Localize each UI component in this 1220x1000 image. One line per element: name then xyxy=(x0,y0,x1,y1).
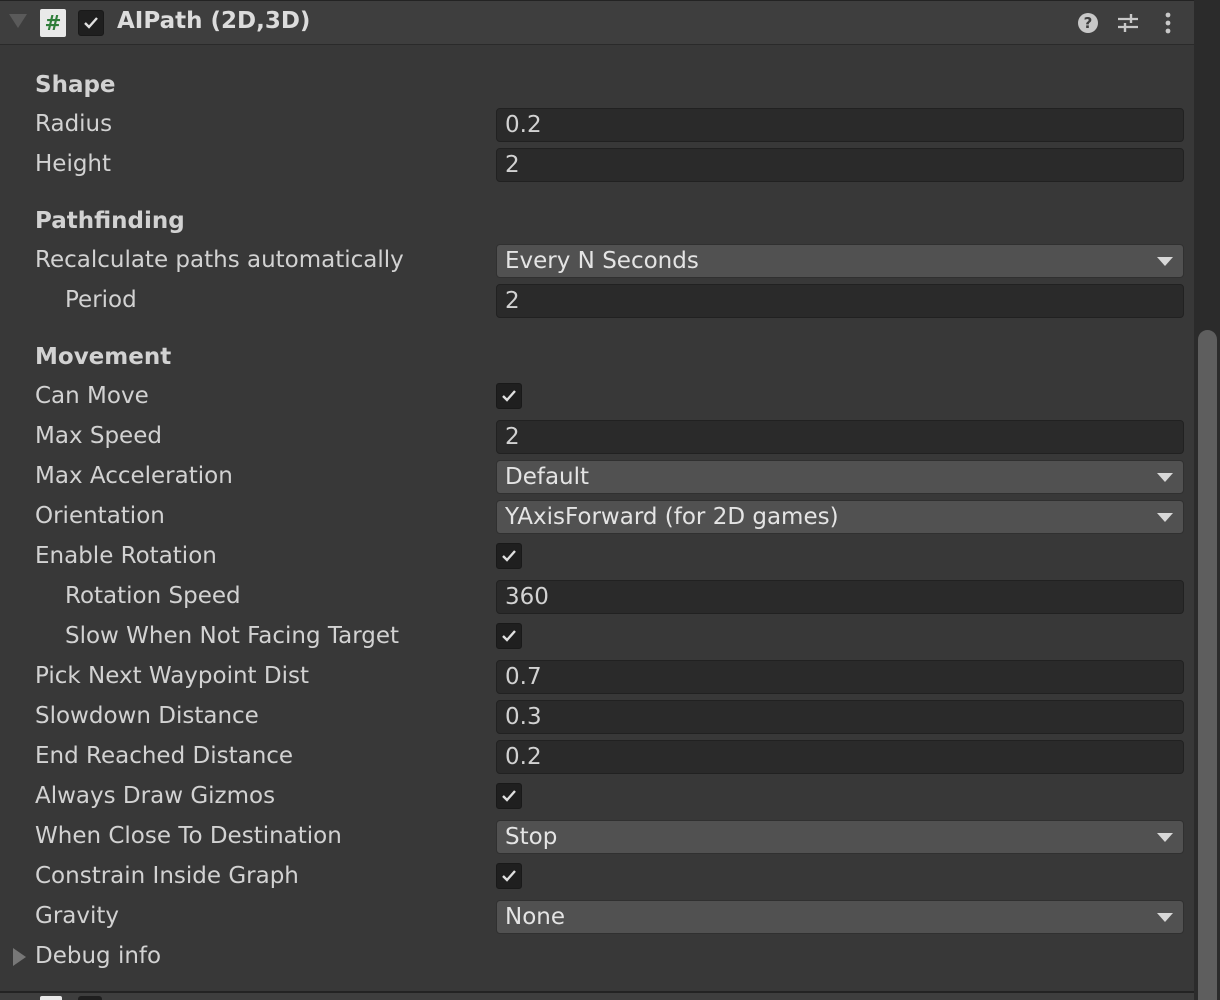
gravity-row: Gravity None xyxy=(0,898,1194,938)
max-acceleration-row: Max Acceleration Default xyxy=(0,458,1194,498)
rotation-speed-label[interactable]: Rotation Speed xyxy=(65,583,241,609)
checkmark-icon xyxy=(502,630,516,642)
scrollbar-thumb[interactable] xyxy=(1198,330,1217,1000)
dropdown-arrow-icon xyxy=(1157,913,1173,922)
constrain-inside-graph-row: Constrain Inside Graph xyxy=(0,858,1194,898)
rotation-speed-row: Rotation Speed 360 xyxy=(0,578,1194,618)
period-row: Period 2 xyxy=(0,282,1194,322)
when-close-value: Stop xyxy=(505,824,558,850)
pick-next-waypoint-row: Pick Next Waypoint Dist 0.7 xyxy=(0,658,1194,698)
checkmark-icon xyxy=(502,550,516,562)
slowdown-distance-field[interactable]: 0.3 xyxy=(496,700,1184,734)
debug-info-foldout[interactable]: Debug info xyxy=(0,938,1194,978)
max-acceleration-label[interactable]: Max Acceleration xyxy=(35,463,233,489)
presets-icon[interactable] xyxy=(1116,11,1140,35)
when-close-label[interactable]: When Close To Destination xyxy=(35,823,342,849)
checkmark-icon xyxy=(502,790,516,802)
height-field[interactable]: 2 xyxy=(496,148,1184,182)
next-component-header[interactable] xyxy=(0,993,1194,1000)
slowdown-distance-row: Slowdown Distance 0.3 xyxy=(0,698,1194,738)
inspector-panel: # AIPath (2D,3D) ? Shape Radius 0.2 Heig… xyxy=(0,0,1194,1000)
end-reached-distance-label[interactable]: End Reached Distance xyxy=(35,743,293,769)
foldout-arrow-icon[interactable] xyxy=(13,948,26,966)
end-reached-distance-field[interactable]: 0.2 xyxy=(496,740,1184,774)
svg-text:?: ? xyxy=(1084,14,1093,32)
dropdown-arrow-icon xyxy=(1157,513,1173,522)
dropdown-arrow-icon xyxy=(1157,257,1173,266)
dropdown-arrow-icon xyxy=(1157,833,1173,842)
period-label[interactable]: Period xyxy=(65,287,137,313)
menu-icon[interactable] xyxy=(1158,11,1182,35)
radius-field[interactable]: 0.2 xyxy=(496,108,1184,142)
debug-info-label[interactable]: Debug info xyxy=(35,943,161,969)
foldout-arrow-icon[interactable] xyxy=(9,14,27,28)
orientation-value: YAxisForward (for 2D games) xyxy=(505,504,839,530)
gravity-label[interactable]: Gravity xyxy=(35,903,119,929)
pick-next-waypoint-field[interactable]: 0.7 xyxy=(496,660,1184,694)
orientation-dropdown[interactable]: YAxisForward (for 2D games) xyxy=(496,500,1184,534)
section-shape: Shape xyxy=(35,72,116,98)
can-move-label[interactable]: Can Move xyxy=(35,383,149,409)
max-acceleration-dropdown[interactable]: Default xyxy=(496,460,1184,494)
height-row: Height 2 xyxy=(0,146,1194,186)
enable-rotation-row: Enable Rotation xyxy=(0,538,1194,578)
when-close-row: When Close To Destination Stop xyxy=(0,818,1194,858)
checkmark-icon xyxy=(502,870,516,882)
component-title: AIPath (2D,3D) xyxy=(117,8,311,34)
constrain-inside-graph-checkbox[interactable] xyxy=(496,863,522,889)
gravity-dropdown[interactable]: None xyxy=(496,900,1184,934)
max-speed-row: Max Speed 2 xyxy=(0,418,1194,458)
end-reached-distance-row: End Reached Distance 0.2 xyxy=(0,738,1194,778)
enable-rotation-checkbox[interactable] xyxy=(496,543,522,569)
recalculate-label[interactable]: Recalculate paths automatically xyxy=(35,247,404,273)
enable-rotation-label[interactable]: Enable Rotation xyxy=(35,543,217,569)
always-draw-gizmos-label[interactable]: Always Draw Gizmos xyxy=(35,783,275,809)
dropdown-arrow-icon xyxy=(1157,473,1173,482)
checkmark-icon xyxy=(84,17,98,29)
pick-next-waypoint-label[interactable]: Pick Next Waypoint Dist xyxy=(35,663,309,689)
can-move-row: Can Move xyxy=(0,378,1194,418)
constrain-inside-graph-label[interactable]: Constrain Inside Graph xyxy=(35,863,299,889)
slowdown-distance-label[interactable]: Slowdown Distance xyxy=(35,703,259,729)
radius-row: Radius 0.2 xyxy=(0,106,1194,146)
always-draw-gizmos-row: Always Draw Gizmos xyxy=(0,778,1194,818)
max-acceleration-value: Default xyxy=(505,464,590,490)
slow-when-not-facing-checkbox[interactable] xyxy=(496,623,522,649)
height-label[interactable]: Height xyxy=(35,151,111,177)
gravity-value: None xyxy=(505,904,566,930)
help-icon[interactable]: ? xyxy=(1076,11,1100,35)
next-component-checkbox[interactable] xyxy=(78,996,102,1000)
recalculate-row: Recalculate paths automatically Every N … xyxy=(0,242,1194,282)
next-component-icon xyxy=(40,996,62,1000)
can-move-checkbox[interactable] xyxy=(496,383,522,409)
max-speed-field[interactable]: 2 xyxy=(496,420,1184,454)
section-movement: Movement xyxy=(35,344,172,370)
orientation-row: Orientation YAxisForward (for 2D games) xyxy=(0,498,1194,538)
period-field[interactable]: 2 xyxy=(496,284,1184,318)
slow-when-not-facing-label[interactable]: Slow When Not Facing Target xyxy=(65,623,399,649)
checkmark-icon xyxy=(502,390,516,402)
rotation-speed-field[interactable]: 360 xyxy=(496,580,1184,614)
section-pathfinding: Pathfinding xyxy=(35,208,185,234)
radius-label[interactable]: Radius xyxy=(35,111,112,137)
orientation-label[interactable]: Orientation xyxy=(35,503,165,529)
component-enabled-checkbox[interactable] xyxy=(78,10,104,36)
recalculate-dropdown[interactable]: Every N Seconds xyxy=(496,244,1184,278)
script-icon: # xyxy=(40,9,66,37)
component-header[interactable]: # AIPath (2D,3D) ? xyxy=(0,0,1194,45)
max-speed-label[interactable]: Max Speed xyxy=(35,423,162,449)
when-close-dropdown[interactable]: Stop xyxy=(496,820,1184,854)
always-draw-gizmos-checkbox[interactable] xyxy=(496,783,522,809)
recalculate-value: Every N Seconds xyxy=(505,248,699,274)
slow-when-not-facing-row: Slow When Not Facing Target xyxy=(0,618,1194,658)
